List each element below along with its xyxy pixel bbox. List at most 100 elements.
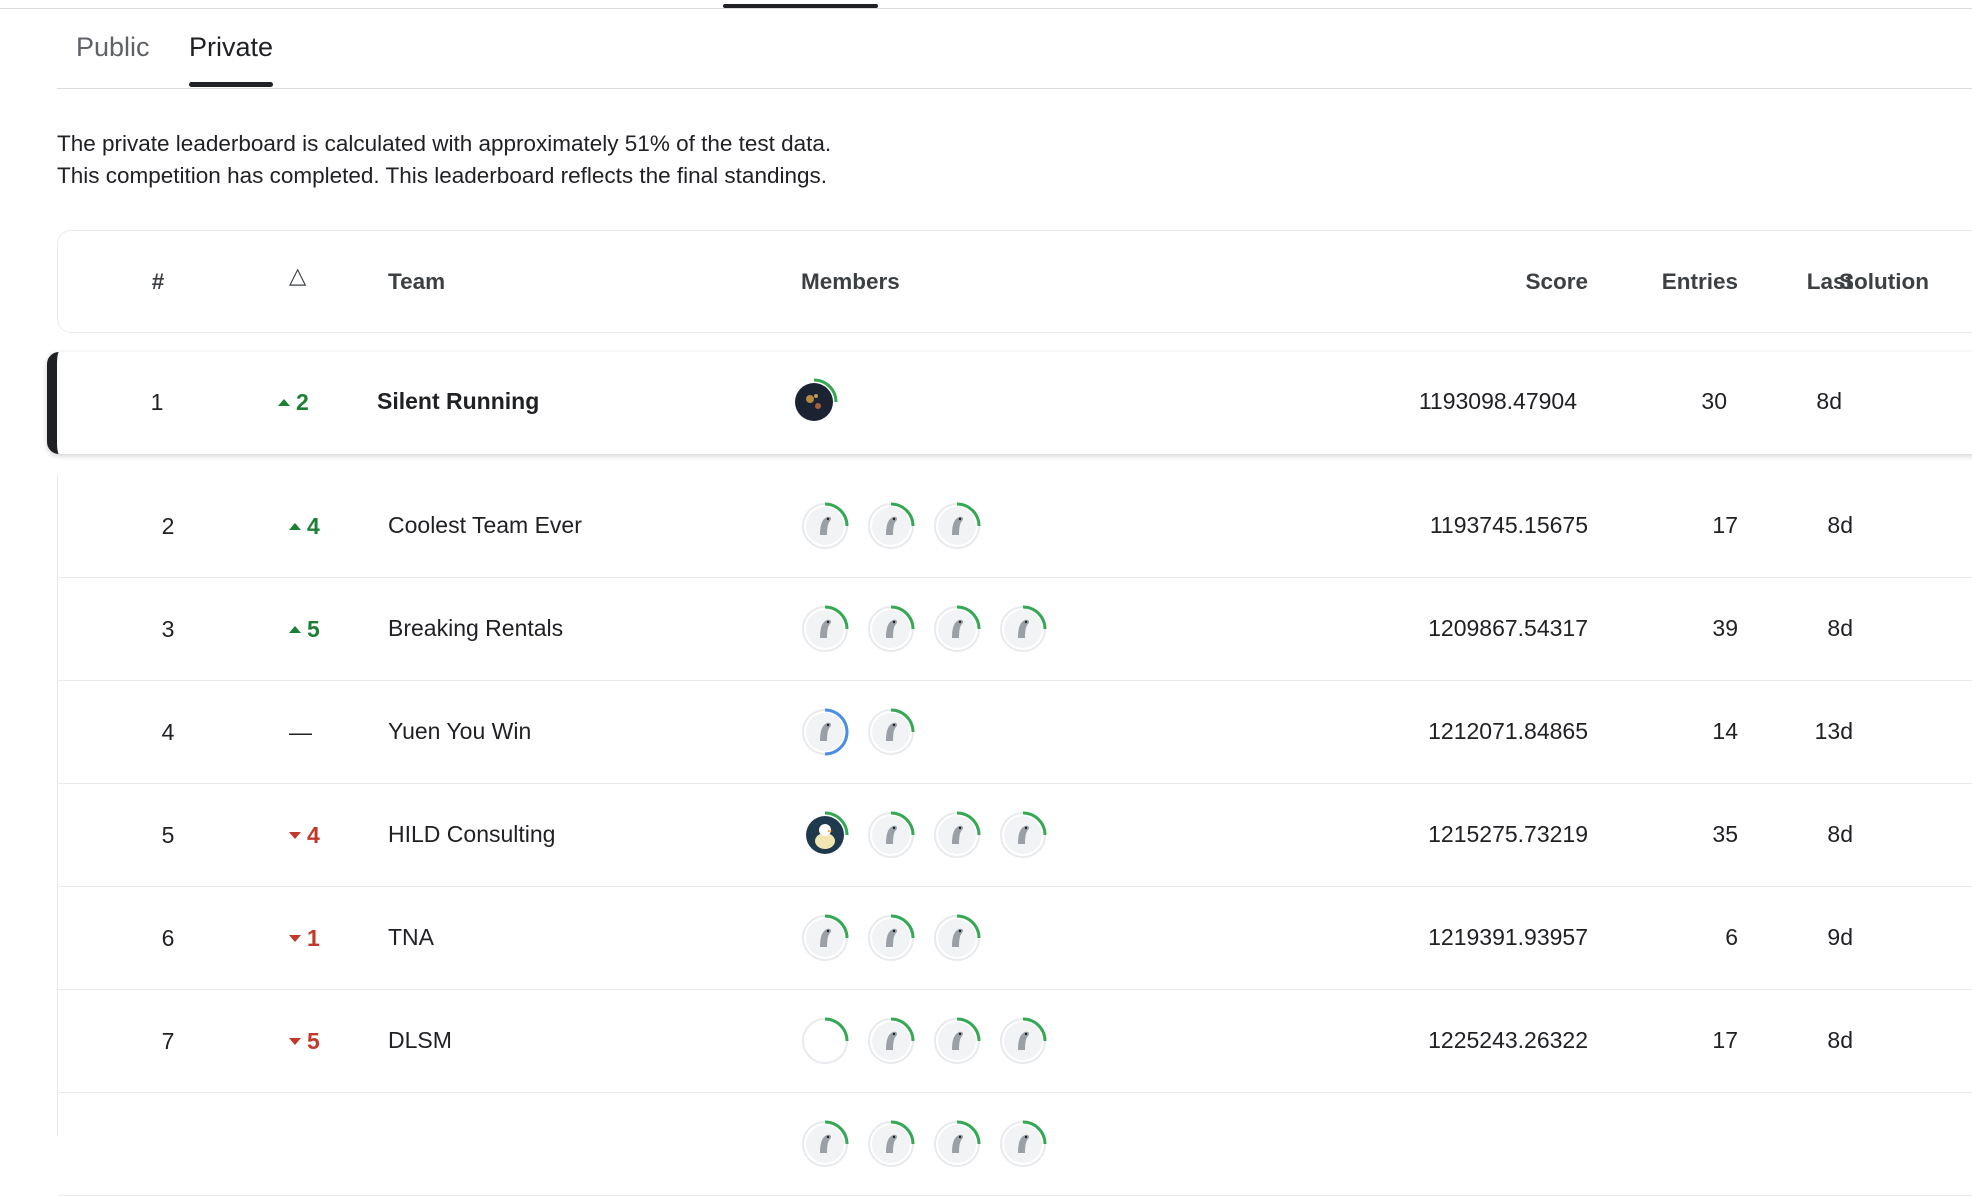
avatar[interactable] bbox=[998, 1119, 1048, 1169]
score-cell: 1193745.15675 bbox=[1429, 512, 1588, 538]
tab-public[interactable]: Public bbox=[76, 32, 150, 63]
rank-change-value: 2 bbox=[296, 389, 309, 415]
last-cell: 8d bbox=[1827, 1027, 1853, 1053]
header-rank[interactable]: # bbox=[142, 269, 174, 295]
rank-change-value: 4 bbox=[307, 513, 320, 539]
rank-cell: 1 bbox=[150, 389, 164, 415]
table-row-highlighted[interactable]: 1 2 Silent Running 1193098.47904 30 8d bbox=[47, 352, 1972, 454]
entries-cell: 17 bbox=[1712, 512, 1738, 538]
description-line-2: This competition has completed. This lea… bbox=[57, 163, 827, 188]
rank-change: 4 bbox=[289, 513, 320, 540]
rank-cell: 4 bbox=[161, 719, 175, 745]
avatar[interactable] bbox=[932, 1119, 982, 1169]
rank-change: 4 bbox=[289, 822, 320, 849]
entries-cell: 14 bbox=[1712, 718, 1738, 744]
rank-change-value: 4 bbox=[307, 822, 320, 848]
avatar[interactable] bbox=[998, 604, 1048, 654]
avatar[interactable] bbox=[800, 604, 850, 654]
avatar[interactable] bbox=[800, 810, 850, 860]
last-cell: 8d bbox=[1827, 821, 1853, 847]
team-name[interactable]: DLSM bbox=[388, 1027, 452, 1054]
last-cell: 8d bbox=[1827, 512, 1853, 538]
active-section-indicator bbox=[723, 4, 878, 8]
header-delta[interactable]: △ bbox=[289, 263, 306, 289]
table-row[interactable]: 4 — Yuen You Win 1212071.84865 14 13d bbox=[58, 681, 1972, 784]
rank-change-value: — bbox=[289, 719, 312, 745]
members-list bbox=[800, 810, 1048, 860]
leaderboard-tabs: Public Private bbox=[57, 28, 1972, 89]
arrow-down-icon bbox=[289, 832, 301, 839]
avatar[interactable] bbox=[866, 604, 916, 654]
team-name[interactable]: HILD Consulting bbox=[388, 821, 555, 848]
team-name[interactable]: Breaking Rentals bbox=[388, 615, 563, 642]
avatar[interactable] bbox=[932, 1016, 982, 1066]
table-body: 2 4 Coolest Team Ever 1193745.15675 17 8d 3 5 Br… bbox=[57, 475, 1972, 1196]
avatar[interactable] bbox=[932, 913, 982, 963]
header-solution: Solution bbox=[1839, 269, 1929, 294]
rank-cell: 6 bbox=[161, 925, 175, 951]
entries-cell: 17 bbox=[1712, 1027, 1738, 1053]
last-cell: 8d bbox=[1816, 388, 1842, 414]
members-list bbox=[800, 707, 916, 757]
rank-cell: 2 bbox=[161, 513, 175, 539]
arrow-up-icon bbox=[278, 399, 290, 406]
rank-change: 5 bbox=[289, 1028, 320, 1055]
arrow-down-icon bbox=[289, 935, 301, 942]
rank-cell: 5 bbox=[161, 822, 175, 848]
rank-change: 5 bbox=[289, 616, 320, 643]
table-row[interactable] bbox=[58, 1093, 1972, 1196]
score-cell: 1209867.54317 bbox=[1428, 615, 1588, 641]
avatar[interactable] bbox=[800, 501, 850, 551]
rank-change: 2 bbox=[278, 389, 309, 416]
leaderboard-description: The private leaderboard is calculated wi… bbox=[57, 128, 831, 192]
header-entries[interactable]: Entries bbox=[1578, 269, 1738, 295]
avatar[interactable] bbox=[800, 1016, 850, 1066]
top-divider bbox=[0, 8, 1972, 9]
avatar[interactable] bbox=[866, 810, 916, 860]
rank-change: 1 bbox=[289, 925, 320, 952]
members-list bbox=[789, 377, 839, 427]
header-last[interactable]: Last bbox=[1738, 269, 1853, 295]
header-team[interactable]: Team bbox=[388, 269, 445, 295]
entries-cell: 6 bbox=[1725, 924, 1738, 950]
members-list bbox=[800, 913, 982, 963]
entries-cell: 35 bbox=[1712, 821, 1738, 847]
team-name[interactable]: TNA bbox=[388, 924, 434, 951]
team-name[interactable]: Coolest Team Ever bbox=[388, 512, 582, 539]
table-row[interactable]: 2 4 Coolest Team Ever 1193745.15675 17 8d bbox=[58, 475, 1972, 578]
avatar[interactable] bbox=[866, 1119, 916, 1169]
avatar[interactable] bbox=[866, 707, 916, 757]
arrow-up-icon bbox=[289, 626, 301, 633]
rank-change: — bbox=[289, 719, 312, 746]
table-row[interactable]: 6 1 TNA 1219391.93957 6 9d bbox=[58, 887, 1972, 990]
rank-change-value: 5 bbox=[307, 616, 320, 642]
avatar[interactable] bbox=[800, 707, 850, 757]
team-name[interactable]: Silent Running bbox=[377, 388, 539, 415]
avatar[interactable] bbox=[932, 810, 982, 860]
arrow-down-icon bbox=[289, 1038, 301, 1045]
avatar[interactable] bbox=[998, 810, 1048, 860]
avatar[interactable] bbox=[932, 604, 982, 654]
avatar[interactable] bbox=[789, 377, 839, 427]
avatar[interactable] bbox=[866, 501, 916, 551]
rank-cell: 7 bbox=[161, 1028, 175, 1054]
avatar[interactable] bbox=[800, 1119, 850, 1169]
table-row[interactable]: 7 5 DLSM 1225243.26322 17 8d bbox=[58, 990, 1972, 1093]
last-cell: 8d bbox=[1827, 615, 1853, 641]
members-list bbox=[800, 604, 1048, 654]
avatar[interactable] bbox=[932, 501, 982, 551]
table-row[interactable]: 5 4 HILD Consulting 1215275.73219 35 8d bbox=[58, 784, 1972, 887]
avatar[interactable] bbox=[800, 913, 850, 963]
table-header: # △ Team Members Score Entries Last Solu… bbox=[57, 230, 1972, 333]
last-cell: 9d bbox=[1827, 924, 1853, 950]
tab-private[interactable]: Private bbox=[189, 32, 273, 63]
team-name[interactable]: Yuen You Win bbox=[388, 718, 531, 745]
rank-cell: 3 bbox=[161, 616, 175, 642]
avatar[interactable] bbox=[866, 913, 916, 963]
table-row[interactable]: 3 5 Breaking Rentals 1209867.54317 39 8d bbox=[58, 578, 1972, 681]
header-score[interactable]: Score bbox=[1438, 269, 1588, 295]
rank-change-value: 1 bbox=[307, 925, 320, 951]
avatar[interactable] bbox=[998, 1016, 1048, 1066]
last-cell: 13d bbox=[1814, 718, 1853, 744]
avatar[interactable] bbox=[866, 1016, 916, 1066]
